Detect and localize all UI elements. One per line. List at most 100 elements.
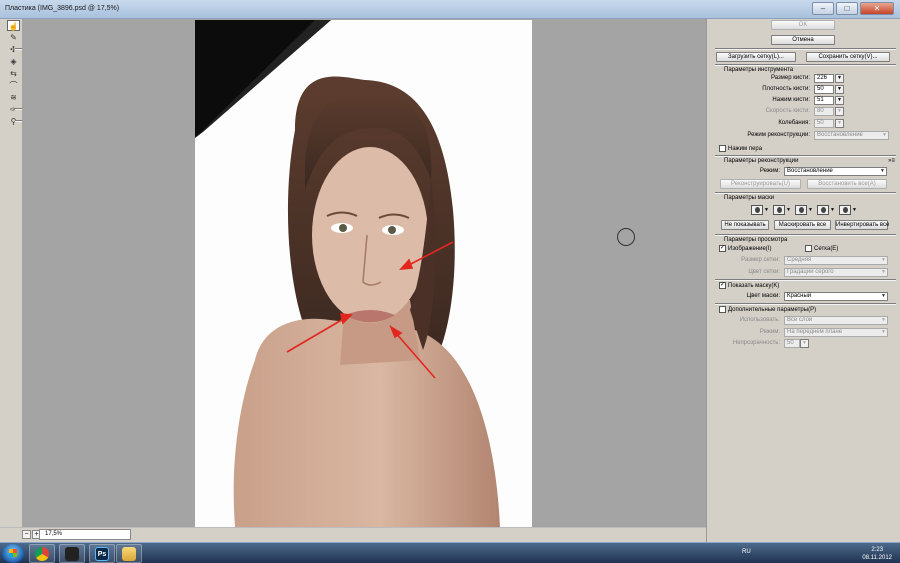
reconstruct-mode-select[interactable]: Восстановление ▼ xyxy=(814,131,889,140)
mask-invert-button[interactable]: ▼ xyxy=(839,205,857,215)
brush-pressure-field[interactable]: 51 xyxy=(814,96,834,105)
show-image-checkbox[interactable]: ✓ Изображение(I) xyxy=(719,245,771,252)
push-left-tool-icon[interactable]: ⇆ xyxy=(7,68,20,79)
mirror-tool-icon[interactable]: ⌒ xyxy=(7,80,20,91)
camera-taskbar-item[interactable] xyxy=(59,544,85,563)
bloat-tool-icon[interactable]: ◈ xyxy=(7,56,20,67)
reconstruct-mode-label-2: Режим: xyxy=(759,168,780,174)
title-bar: Пластика (IMG_3896.psd @ 17,5%) – □ ✕ xyxy=(0,0,900,19)
turbulence-field[interactable]: 50 xyxy=(814,119,834,128)
brush-density-label: Плотность кисти: xyxy=(762,86,810,92)
window-title: Пластика (IMG_3896.psd @ 17,5%) xyxy=(5,5,120,12)
mask-intersect-button[interactable]: ▼ xyxy=(817,205,835,215)
show-image-label: Изображение(I) xyxy=(728,245,772,252)
brush-cursor xyxy=(617,228,635,246)
zoom-out-button[interactable]: − xyxy=(22,530,31,539)
mask-options-heading: Параметры маски xyxy=(724,195,775,201)
reconstruct-mode-value: Восстановление xyxy=(817,132,863,138)
turbulence-tool-icon[interactable]: ≋ xyxy=(7,92,20,103)
turbulence-dropdown-icon[interactable]: ▼ xyxy=(835,119,844,128)
mask-invert-icon xyxy=(839,205,851,215)
brush-size-field[interactable]: 226 xyxy=(814,74,834,83)
clock-date: 08.11.2012 xyxy=(862,555,892,561)
preview-image[interactable] xyxy=(195,20,532,527)
mask-intersect-icon xyxy=(817,205,829,215)
preview-area[interactable] xyxy=(22,19,706,527)
close-button[interactable]: ✕ xyxy=(860,2,894,15)
divider xyxy=(715,234,896,236)
checkbox-box[interactable]: ✓ xyxy=(719,282,726,289)
reconstruct-options-heading: Параметры реконструкции xyxy=(724,158,799,164)
view-options-heading: Параметры просмотра xyxy=(724,237,788,243)
show-mesh-label: Сетка(E) xyxy=(814,245,839,252)
maximize-button[interactable]: □ xyxy=(836,2,858,15)
photoshop-taskbar-item[interactable]: Ps xyxy=(89,544,115,563)
mesh-color-value: Градации серого xyxy=(787,269,834,275)
language-indicator[interactable]: RU xyxy=(742,549,751,555)
save-mesh-button[interactable]: Сохранить сетку(V)... xyxy=(806,52,890,62)
chevron-down-icon: ▼ xyxy=(881,293,886,299)
show-mask-checkbox[interactable]: ✓ Показать маску(K) xyxy=(719,282,779,289)
tool-options-heading: Параметры инструмента xyxy=(724,67,794,73)
stylus-pressure-checkbox[interactable]: Нажим пера xyxy=(719,145,762,152)
brush-rate-field[interactable]: 80 xyxy=(814,107,834,116)
mesh-size-select[interactable]: Средняя ▼ xyxy=(784,256,888,265)
backdrop-use-select[interactable]: Все слои ▼ xyxy=(784,316,888,325)
backdrop-mode-select[interactable]: На переднем плане ▼ xyxy=(784,328,888,337)
divider xyxy=(715,64,896,66)
mask-replace-button[interactable]: ▼ xyxy=(751,205,769,215)
minimize-button[interactable]: – xyxy=(812,2,834,15)
backdrop-use-value: Все слои xyxy=(787,317,813,323)
brush-size-dropdown-icon[interactable]: ▼ xyxy=(835,74,844,83)
turbulence-label: Колебания: xyxy=(778,120,810,126)
mask-subtract-button[interactable]: ▼ xyxy=(795,205,813,215)
chevron-down-icon: ▼ xyxy=(881,269,886,275)
backdrop-checkbox[interactable]: Дополнительные параметры(P) xyxy=(719,306,816,313)
opacity-dropdown-icon[interactable]: ▼ xyxy=(800,339,809,348)
mesh-color-select[interactable]: Градации серого ▼ xyxy=(784,268,888,277)
show-mesh-checkbox[interactable]: Сетка(E) xyxy=(805,245,838,252)
invert-all-button[interactable]: Инвертировать все xyxy=(835,220,889,230)
mask-add-button[interactable]: ▼ xyxy=(773,205,791,215)
checkbox-box[interactable] xyxy=(805,245,812,252)
cancel-button[interactable]: Отмена xyxy=(771,35,835,45)
brush-density-dropdown-icon[interactable]: ▼ xyxy=(835,85,844,94)
restore-all-button[interactable]: Восстановить все(A) xyxy=(807,179,887,189)
start-button[interactable] xyxy=(2,544,24,563)
forward-warp-tool-icon[interactable]: ☝ xyxy=(7,20,20,31)
checkbox-box[interactable] xyxy=(719,306,726,313)
backdrop-opacity-field[interactable]: 50 xyxy=(784,339,800,348)
chevron-down-icon: ▼ xyxy=(830,207,835,213)
checkbox-box[interactable] xyxy=(719,145,726,152)
chevron-down-icon: ▼ xyxy=(764,207,769,213)
folder-icon xyxy=(122,546,136,561)
chrome-taskbar-item[interactable] xyxy=(29,544,55,563)
load-mesh-button[interactable]: Загрузить сетку(L)... xyxy=(716,52,796,62)
ok-button[interactable]: OK xyxy=(771,20,835,30)
mask-none-button[interactable]: Не показывать xyxy=(721,220,769,230)
chevron-down-icon: ▼ xyxy=(882,132,887,138)
checkbox-box[interactable]: ✓ xyxy=(719,245,726,252)
panel-menu-icon[interactable]: »≡ xyxy=(888,158,895,164)
reconstruct-tool-icon[interactable]: ✎ xyxy=(7,32,20,43)
brush-rate-dropdown-icon[interactable]: ▼ xyxy=(835,107,844,116)
reconstruct-button[interactable]: Реконструировать(U) xyxy=(720,179,801,189)
chevron-down-icon: ▼ xyxy=(881,257,886,263)
reconstruct-mode-dropdown[interactable]: Восстановление ▼ xyxy=(784,167,887,176)
divider xyxy=(715,155,896,157)
chevron-down-icon: ▼ xyxy=(880,168,885,174)
zoom-level-select[interactable]: 17,5% xyxy=(39,529,131,540)
windows-logo-icon xyxy=(9,549,17,557)
options-panel: OK Отмена Загрузить сетку(L)... Сохранит… xyxy=(706,19,900,542)
brush-pressure-dropdown-icon[interactable]: ▼ xyxy=(835,96,844,105)
chevron-down-icon: ▼ xyxy=(881,329,886,335)
explorer-taskbar-item[interactable] xyxy=(116,544,142,563)
stylus-pressure-label: Нажим пера xyxy=(728,145,763,152)
mask-all-button[interactable]: Маскировать все xyxy=(774,220,831,230)
divider xyxy=(715,303,896,305)
clock[interactable]: 2:23 08.11.2012 xyxy=(862,546,892,562)
reconstruct-mode-dropdown-value: Восстановление xyxy=(787,168,833,174)
mask-color-select[interactable]: Красный ▼ xyxy=(784,292,888,301)
chrome-icon xyxy=(35,546,49,561)
brush-density-field[interactable]: 50 xyxy=(814,85,834,94)
